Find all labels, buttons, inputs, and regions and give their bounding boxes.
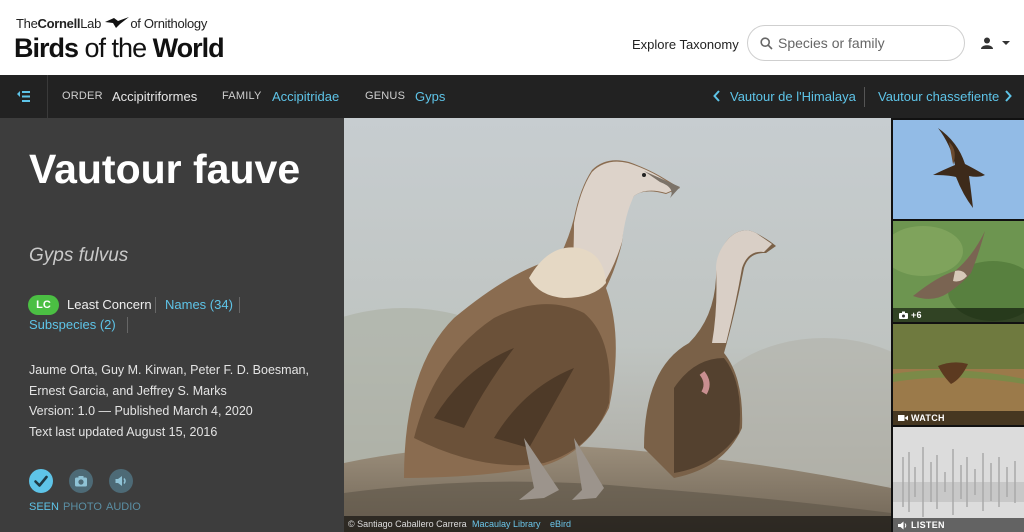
audio-label[interactable]: AUDIO (106, 501, 141, 513)
divider (127, 317, 128, 333)
order-label: ORDER (62, 90, 103, 102)
photo-credit-bar: © Santiago Caballero Carrera Macaulay Li… (344, 516, 891, 532)
species-info-panel: Vautour fauve Gyps fulvus LC Least Conce… (0, 118, 344, 532)
divider (239, 297, 240, 313)
main-species-photo[interactable]: © Santiago Caballero Carrera Macaulay Li… (344, 118, 891, 532)
last-updated: Text last updated August 15, 2016 (29, 424, 218, 439)
site-title[interactable]: Birds of the World (14, 33, 225, 64)
seen-button[interactable] (29, 469, 53, 493)
genus-label: GENUS (365, 90, 406, 102)
chevron-down-icon (1002, 41, 1011, 45)
search-input[interactable] (778, 32, 958, 54)
photo-button[interactable] (69, 469, 93, 493)
speaker-icon (898, 521, 907, 530)
subspecies-link[interactable]: Subspecies (2) (29, 317, 116, 332)
authors-line: Ernest Garcia, and Jeffrey S. Marks (29, 383, 227, 398)
authors-block: Jaume Orta, Guy M. Kirwan, Peter F. D. B… (29, 360, 309, 442)
title-part-c: World (152, 33, 225, 63)
divider (155, 297, 156, 313)
site-header: TheCornellLab of Ornithology Birds of th… (0, 0, 1024, 75)
search-icon (760, 37, 773, 50)
audio-button[interactable] (109, 469, 133, 493)
species-scientific-name: Gyps fulvus (29, 245, 129, 266)
watch-label: WATCH (911, 413, 945, 423)
griffon-vulture-photo (344, 118, 891, 532)
chevron-right-icon (1005, 90, 1012, 102)
nav-divider (864, 87, 865, 107)
vulture-flight-image (893, 120, 1024, 219)
family-link[interactable]: Accipitridae (272, 89, 339, 104)
names-link[interactable]: Names (34) (165, 297, 233, 312)
thumbnail-flight-photo[interactable] (893, 120, 1024, 219)
taxonomy-menu-button[interactable] (0, 75, 48, 118)
video-icon (898, 415, 908, 421)
vulture-video-image (893, 324, 1024, 425)
next-species-link[interactable]: Vautour chassefiente (878, 89, 999, 104)
authors-line: Jaume Orta, Guy M. Kirwan, Peter F. D. B… (29, 363, 309, 377)
camera-icon (899, 311, 908, 319)
photo-credit-author: © Santiago Caballero Carrera (348, 519, 467, 529)
title-part-b: of the (78, 33, 153, 63)
thumbnail-video[interactable]: WATCH (893, 324, 1024, 425)
user-icon (981, 37, 993, 49)
logo-prefix: The (16, 16, 38, 31)
macaulay-library-link[interactable]: Macaulay Library (472, 519, 541, 529)
thumbnail-photo-gallery[interactable]: +6 (893, 221, 1024, 322)
thumbnail-audio[interactable]: LISTEN (893, 427, 1024, 532)
bird-logo-icon (105, 17, 130, 28)
spectrogram-image (893, 427, 1024, 532)
ebird-link[interactable]: eBird (550, 519, 571, 529)
title-part-a: Birds (14, 33, 79, 63)
camera-icon (75, 476, 87, 487)
listen-label: LISTEN (911, 520, 945, 530)
logo-suffix: of Ornithology (130, 16, 208, 31)
photo-label[interactable]: PHOTO (63, 501, 102, 513)
speaker-icon (115, 476, 126, 486)
check-icon (34, 475, 48, 487)
chevron-left-icon (713, 90, 720, 102)
order-value[interactable]: Accipitriformes (112, 89, 197, 104)
conservation-status-badge[interactable]: LC (28, 295, 59, 315)
family-label: FAMILY (222, 90, 262, 102)
prev-species-link[interactable]: Vautour de l'Himalaya (730, 89, 856, 104)
seen-label[interactable]: SEEN (29, 501, 59, 513)
media-thumbnails: +6 WATCH LISTEN (891, 118, 1024, 532)
vulture-landing-image (893, 221, 1024, 322)
taxonomy-menu-icon (17, 91, 30, 102)
genus-link[interactable]: Gyps (415, 89, 445, 104)
lab-logo[interactable]: TheCornellLab of Ornithology (16, 16, 207, 31)
version-info: Version: 1.0 — Published March 4, 2020 (29, 404, 253, 418)
user-menu[interactable] (980, 36, 1011, 54)
taxonomy-nav: ORDER Accipitriformes FAMILY Accipitrida… (0, 75, 1024, 118)
species-common-name: Vautour fauve (29, 146, 301, 192)
explore-taxonomy-link[interactable]: Explore Taxonomy (632, 37, 739, 52)
logo-lab: Lab (80, 16, 101, 31)
logo-brand: Cornell (37, 16, 81, 31)
photo-count-label: +6 (911, 310, 922, 320)
search-box[interactable] (747, 25, 965, 61)
conservation-status-label[interactable]: Least Concern (67, 297, 152, 312)
